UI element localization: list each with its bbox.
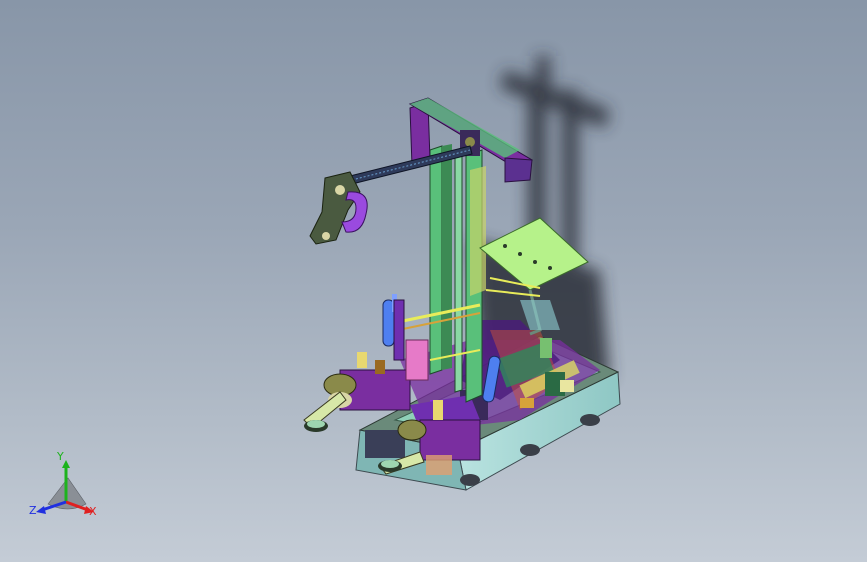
triad-z-label: Z [29,504,37,517]
pink-block [405,339,429,381]
extension-arm[interactable] [349,145,473,185]
triad-y-label: Y [57,450,64,463]
robot-model[interactable] [0,0,867,562]
3d-viewport[interactable]: Y X Z [0,0,867,562]
triad-x-label: X [89,505,97,518]
left-column [393,299,405,361]
